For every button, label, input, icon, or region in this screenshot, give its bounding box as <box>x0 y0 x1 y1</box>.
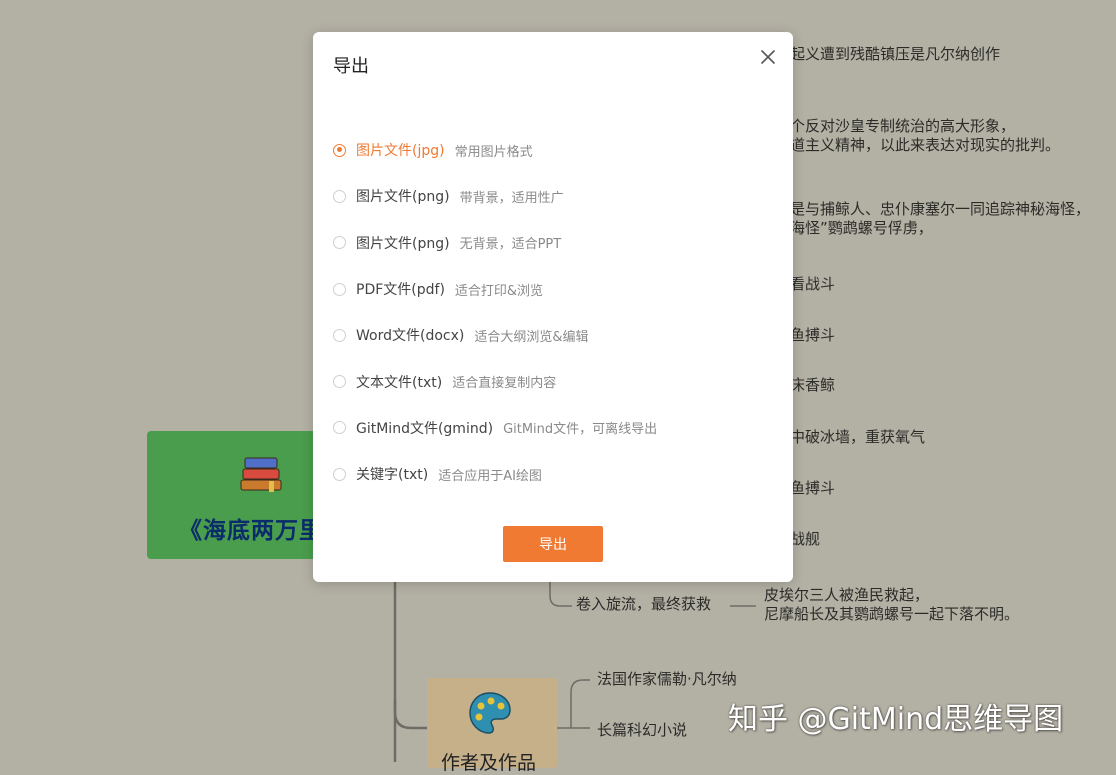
option-name: 图片文件(png) <box>356 235 450 252</box>
mindmap-text: 是与捕鲸人、忠仆康塞尔一同追踪神秘海怪， <box>790 200 1091 218</box>
option-keywords[interactable]: 关键字(txt) 适合应用于AI绘图 <box>333 451 773 497</box>
option-jpg[interactable]: 图片文件(jpg) 常用图片格式 <box>333 127 773 173</box>
root-title: 《海底两万里 <box>179 518 323 544</box>
option-desc: 常用图片格式 <box>454 144 533 160</box>
palette-icon <box>469 692 511 734</box>
option-docx[interactable]: Word文件(docx) 适合大纲浏览&编辑 <box>333 312 773 358</box>
close-button[interactable] <box>757 46 779 68</box>
author-detail: 长篇科幻小说 <box>597 721 688 739</box>
close-icon[interactable] <box>757 46 779 68</box>
option-name: Word文件(docx) <box>356 328 465 345</box>
option-name: 关键字(txt) <box>356 467 429 484</box>
option-png-transparent[interactable]: 图片文件(png) 无背景，适合PPT <box>333 220 773 266</box>
option-gmind[interactable]: GitMind文件(gmind) GitMind文件，可离线导出 <box>333 405 773 451</box>
mindmap-text: 海怪”鹦鹉螺号俘虏， <box>790 219 933 237</box>
option-name: 文本文件(txt) <box>356 374 443 391</box>
mindmap-text: 道主义精神，以此来表达对现实的批判。 <box>790 136 1061 154</box>
mindmap-text: 床香鲸 <box>790 376 836 394</box>
option-name: 图片文件(jpg) <box>356 143 445 160</box>
option-desc: 带背景，适用性广 <box>459 190 564 206</box>
mindmap-text: 鱼搏斗 <box>790 479 836 497</box>
branch-detail: 皮埃尔三人被渔民救起， <box>764 586 930 604</box>
export-dialog: 导出 图片文件(jpg) 常用图片格式 图片文件(png) 带背景，适用性广 图… <box>313 32 793 582</box>
option-desc: 无背景，适合PPT <box>459 237 562 253</box>
dialog-title: 导出 <box>333 56 369 77</box>
option-name: PDF文件(pdf) <box>356 282 445 299</box>
option-desc: 适合打印&浏览 <box>454 283 544 299</box>
radio-button[interactable] <box>333 236 346 250</box>
mindmap-text: 战舰 <box>790 530 821 548</box>
radio-button[interactable] <box>333 282 346 296</box>
option-png-bg[interactable]: 图片文件(png) 带背景，适用性广 <box>333 173 773 219</box>
branch-label: 卷入旋流，最终获救 <box>576 595 712 613</box>
branch-detail: 尼摩船长及其鹦鹉螺号一起下落不明。 <box>764 605 1020 623</box>
option-txt[interactable]: 文本文件(txt) 适合直接复制内容 <box>333 358 773 404</box>
radio-button[interactable] <box>333 189 346 203</box>
radio-button[interactable] <box>333 375 346 389</box>
mindmap-text: 看战斗 <box>790 275 836 293</box>
option-name: 图片文件(png) <box>356 189 450 206</box>
watermark: 知乎 @GitMind思维导图 <box>728 702 1064 737</box>
export-button[interactable]: 导出 <box>503 526 603 562</box>
radio-button[interactable] <box>333 143 346 157</box>
mindmap-text: 个反对沙皇专制统治的高大形象， <box>790 117 1016 135</box>
option-desc: 适合直接复制内容 <box>452 376 557 392</box>
mindmap-text: 鱼搏斗 <box>790 326 836 344</box>
root-node: 《海底两万里 <box>147 431 327 559</box>
radio-button[interactable] <box>333 467 346 481</box>
option-name: GitMind文件(gmind) <box>356 420 494 437</box>
mindmap-text: 起义遭到残酷镇压是凡尔纳创作 <box>790 45 1001 63</box>
radio-button[interactable] <box>333 421 346 435</box>
option-desc: 适合应用于AI绘图 <box>438 468 542 484</box>
export-format-list: 图片文件(jpg) 常用图片格式 图片文件(png) 带背景，适用性广 图片文件… <box>333 127 773 497</box>
option-desc: GitMind文件，可离线导出 <box>503 422 658 438</box>
option-desc: 适合大纲浏览&编辑 <box>474 329 589 345</box>
option-pdf[interactable]: PDF文件(pdf) 适合打印&浏览 <box>333 266 773 312</box>
author-node: 作者及作品 <box>427 678 557 774</box>
mindmap-text: 中破冰墙，重获氧气 <box>790 428 926 446</box>
author-detail: 法国作家儒勒·凡尔纳 <box>597 670 737 688</box>
books-icon <box>240 457 282 492</box>
radio-button[interactable] <box>333 328 346 342</box>
